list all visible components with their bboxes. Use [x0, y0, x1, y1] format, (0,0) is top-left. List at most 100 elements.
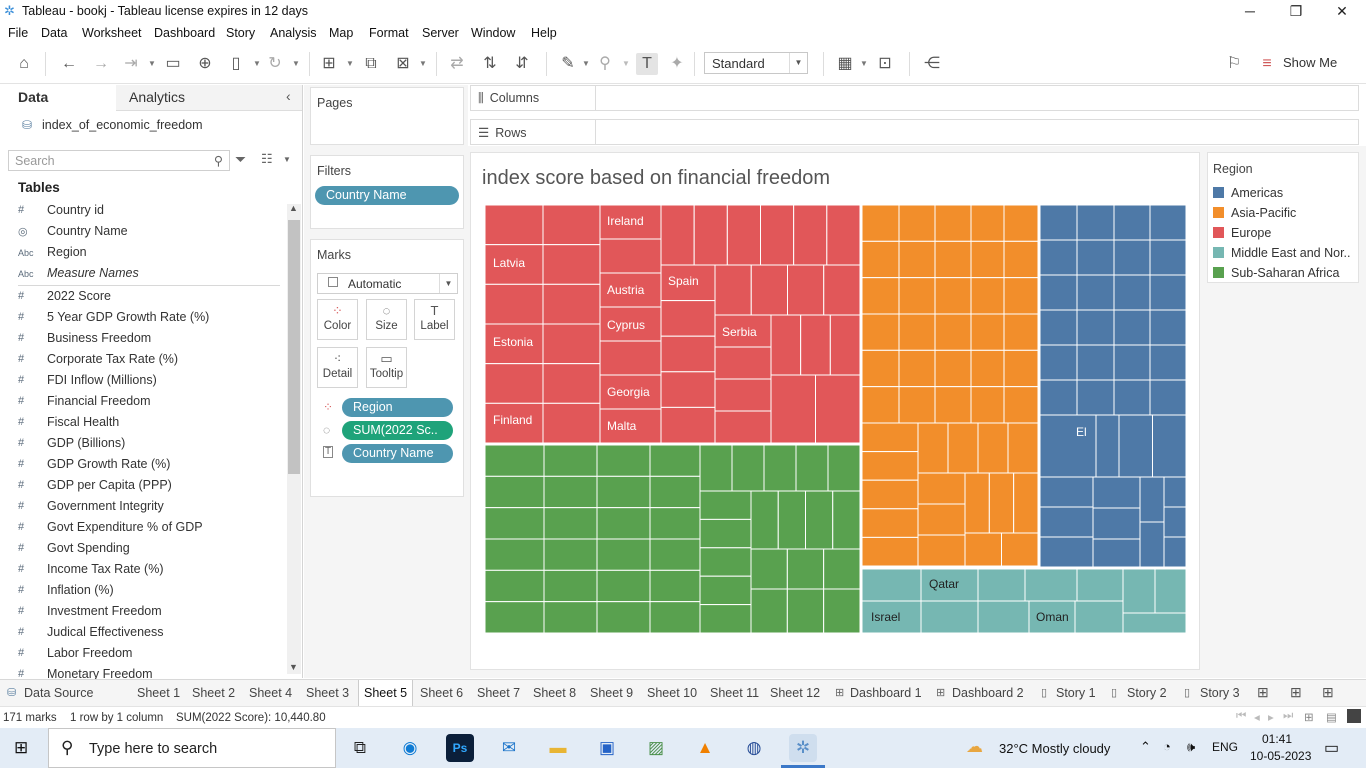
treemap-cell[interactable]	[861, 240, 900, 279]
field-item[interactable]: #5 Year GDP Growth Rate (%)	[18, 308, 280, 328]
chevron-down-icon[interactable]: ▼	[292, 53, 300, 75]
treemap-cell[interactable]	[1095, 414, 1120, 478]
treemap-cell[interactable]	[970, 205, 1005, 242]
treemap-cell[interactable]	[977, 600, 1030, 633]
treemap-cell[interactable]	[898, 240, 936, 279]
treemap-cell[interactable]	[596, 507, 651, 540]
sheet-nav-last-icon[interactable]: ⏭	[1283, 710, 1293, 723]
treemap-cell[interactable]	[988, 472, 1015, 534]
treemap-cell[interactable]	[750, 264, 788, 316]
treemap-cell[interactable]	[1076, 568, 1124, 602]
store-icon[interactable]: ▣	[593, 734, 621, 762]
pause-updates-icon[interactable]: ▯	[225, 53, 247, 75]
filter-pill-country-name[interactable]: Country Name	[315, 186, 459, 205]
chevron-down-icon[interactable]: ▼	[253, 53, 261, 75]
marks-pill-country-name[interactable]: Country Name	[342, 444, 453, 463]
treemap-cell[interactable]	[823, 588, 861, 633]
treemap-cell[interactable]	[970, 349, 1005, 388]
treemap[interactable]: Latvia Ireland Spain Austria Estonia Serbia Cy…	[485, 205, 1186, 633]
treemap-cell[interactable]	[1113, 379, 1151, 416]
treemap-cell[interactable]	[920, 600, 979, 633]
notification-icon[interactable]: ▭	[1324, 738, 1339, 758]
menu-server[interactable]: Server	[422, 26, 459, 40]
show-filmstrip-icon[interactable]: ▤	[1326, 710, 1337, 724]
fit-select[interactable]: Standard ▼	[704, 52, 808, 74]
treemap-cell[interactable]	[660, 371, 716, 408]
treemap-cell[interactable]	[1092, 507, 1141, 540]
new-worksheet-icon[interactable]: ⊞	[1257, 684, 1269, 701]
treemap-cell[interactable]	[485, 363, 544, 404]
treemap-cell[interactable]	[823, 548, 861, 590]
sheet-nav-first-icon[interactable]: ⏮	[1236, 710, 1246, 723]
treemap-cell[interactable]	[542, 363, 601, 404]
treemap-cell[interactable]	[934, 240, 972, 279]
treemap-cell[interactable]	[714, 410, 772, 444]
treemap-cell[interactable]	[1074, 600, 1124, 633]
treemap-cell[interactable]	[898, 277, 936, 315]
treemap-cell[interactable]	[1013, 472, 1039, 534]
chevron-down-icon[interactable]: ▼	[860, 53, 868, 75]
treemap-cell[interactable]	[542, 283, 601, 325]
treemap-cell[interactable]	[1113, 309, 1151, 346]
treemap-cell[interactable]	[1039, 309, 1078, 346]
treemap-cell[interactable]	[1118, 414, 1153, 478]
minimize-button[interactable]: ─	[1227, 0, 1273, 23]
tab-dashboard-1[interactable]: Dashboard 1	[850, 686, 922, 700]
treemap-cell[interactable]	[750, 588, 788, 633]
treemap-cell[interactable]	[898, 205, 936, 242]
new-worksheet-icon[interactable]: ⊞	[318, 53, 340, 75]
treemap-cell[interactable]	[1039, 274, 1078, 311]
tab-sheet-2[interactable]: Sheet 2	[192, 686, 235, 700]
treemap-cell[interactable]	[599, 340, 662, 376]
treemap-cell[interactable]	[1163, 536, 1186, 568]
treemap-cell[interactable]	[786, 588, 825, 633]
treemap-cell[interactable]	[829, 314, 861, 376]
treemap-cell[interactable]	[970, 240, 1005, 279]
treemap-cell[interactable]	[543, 569, 598, 603]
field-item[interactable]: # Corporate Tax Rate (%)	[18, 350, 280, 370]
legend-item-asia-pacific[interactable]: Asia-Pacific	[1213, 206, 1296, 220]
treemap-cell[interactable]	[649, 538, 701, 571]
treemap-cell[interactable]	[777, 490, 806, 550]
tableau-taskbar-icon[interactable]: ✲	[789, 734, 817, 762]
treemap-cell[interactable]	[1003, 205, 1039, 242]
weather-text[interactable]: 32°C Mostly cloudy	[999, 741, 1110, 756]
menu-map[interactable]: Map	[329, 26, 353, 40]
menu-format[interactable]: Format	[369, 26, 409, 40]
columns-shelf[interactable]: ⫼ Columns	[470, 85, 1359, 111]
treemap-cell[interactable]	[1076, 309, 1115, 346]
fix-axes-icon[interactable]: ✦	[666, 53, 688, 75]
treemap-cell[interactable]	[699, 444, 733, 492]
volume-icon[interactable]: 🕪	[1187, 739, 1195, 755]
menu-worksheet[interactable]: Worksheet	[82, 26, 142, 40]
tab-sheet-9[interactable]: Sheet 9	[590, 686, 633, 700]
scroll-up-icon[interactable]: ▲	[289, 203, 298, 213]
legend-item-europe[interactable]: Europe	[1213, 226, 1271, 240]
duplicate-sheet-icon[interactable]: ⧉	[360, 53, 382, 75]
tab-sheet-8[interactable]: Sheet 8	[533, 686, 576, 700]
field-item[interactable]: # Government Integrity	[18, 497, 280, 517]
treemap-cell[interactable]	[1113, 205, 1151, 241]
menu-dashboard[interactable]: Dashboard	[154, 26, 215, 40]
replay-icon[interactable]: ⇥	[120, 53, 142, 75]
tab-sheet-4[interactable]: Sheet 4	[249, 686, 292, 700]
treemap-cell[interactable]	[596, 601, 651, 633]
mark-type-select[interactable]: Automatic ▼	[317, 273, 458, 294]
treemap-cell[interactable]	[1139, 521, 1165, 568]
tray-chevron-icon[interactable]: ⌃	[1140, 739, 1151, 755]
search-input[interactable]: Search ⚲	[8, 150, 230, 171]
treemap-cell[interactable]	[934, 277, 972, 315]
treemap-cell[interactable]	[861, 205, 900, 242]
treemap-cell[interactable]	[699, 604, 752, 633]
mail-icon[interactable]: ✉	[495, 734, 523, 762]
treemap-cell[interactable]	[1092, 538, 1141, 568]
treemap-cell[interactable]	[485, 444, 545, 477]
photoshop-icon[interactable]: Ps	[446, 734, 474, 762]
menu-window[interactable]: Window	[471, 26, 515, 40]
close-button[interactable]: ✕	[1319, 0, 1365, 23]
field-item[interactable]: # GDP (Billions)	[18, 434, 280, 454]
tab-story-1[interactable]: Story 1	[1056, 686, 1096, 700]
treemap-cell[interactable]	[861, 508, 919, 538]
show-cards-icon[interactable]: ▦	[834, 53, 856, 75]
chevron-down-icon[interactable]: ▼	[622, 53, 630, 75]
